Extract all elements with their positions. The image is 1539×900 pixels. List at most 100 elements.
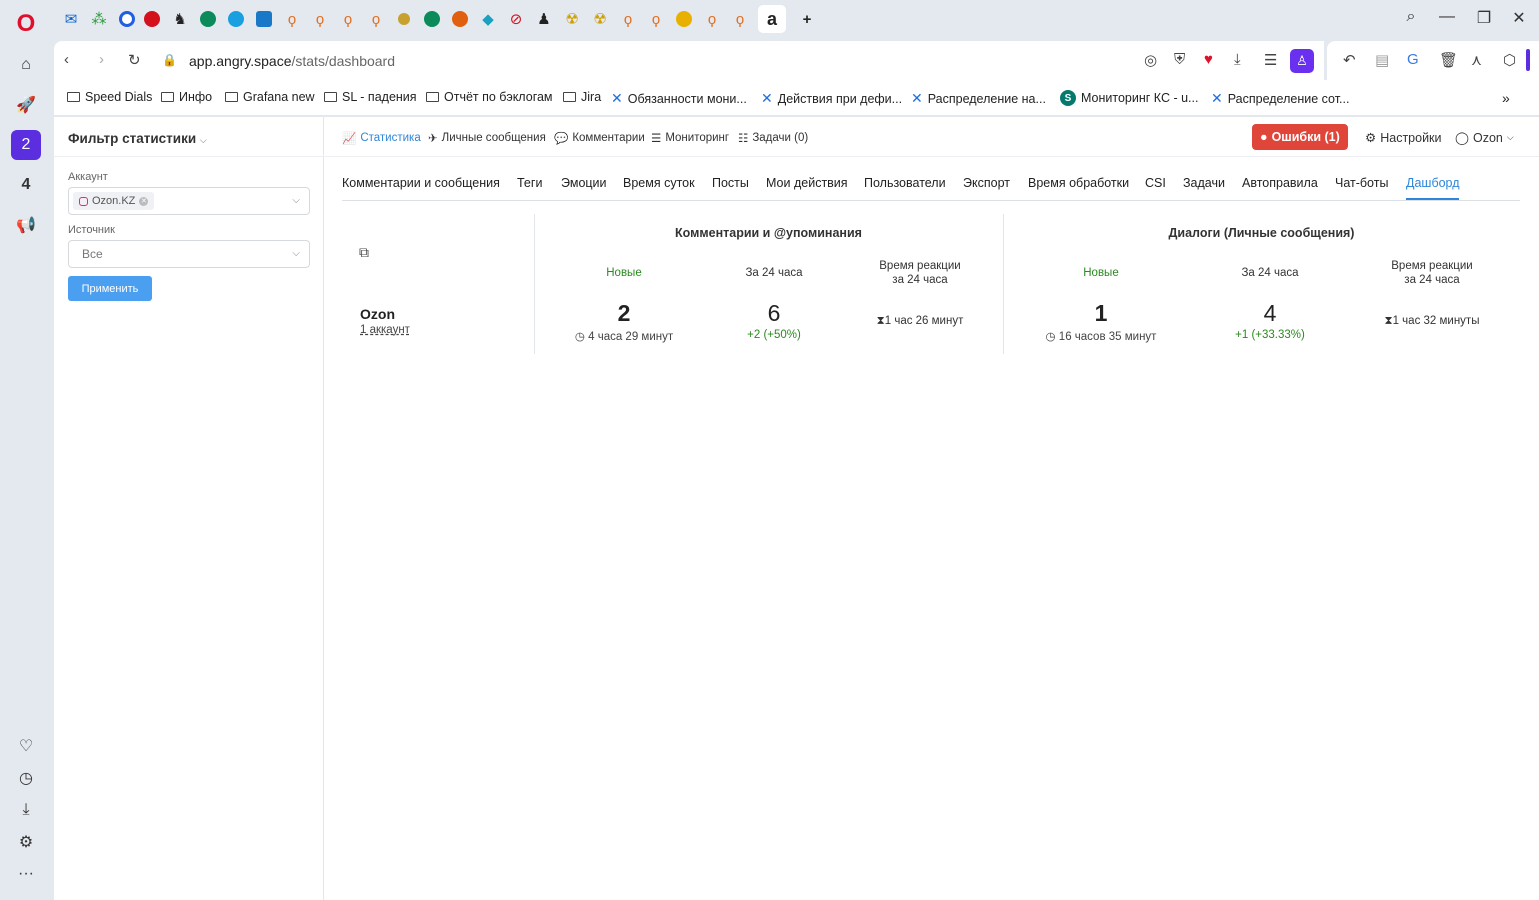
extension-5-icon[interactable]: ⋏ <box>1471 51 1482 69</box>
pin-tab-icon[interactable]: ϙ <box>729 8 751 30</box>
shield-icon[interactable]: ⛨ <box>1174 51 1185 68</box>
bookmark-item[interactable]: ✕ Обязанности мони... <box>611 90 747 107</box>
nav-stats[interactable]: 📈 Статистика <box>342 131 421 145</box>
figure-tab-icon[interactable]: ♟ <box>533 8 555 30</box>
translate-icon[interactable]: G <box>1407 51 1419 68</box>
tab-users[interactable]: Пользователи <box>864 176 946 190</box>
camera-icon[interactable]: ◎ <box>1144 51 1157 69</box>
pin-tab-icon[interactable]: ϙ <box>309 8 331 30</box>
extension-2-icon[interactable]: ▤ <box>1375 51 1389 69</box>
bookmark-item[interactable]: Jira <box>563 90 601 104</box>
outlook-tab-icon[interactable]: ✉ <box>60 8 82 30</box>
nav-messages[interactable]: ✈ Личные сообщения <box>428 131 546 145</box>
back-icon[interactable]: ‹ <box>64 51 69 68</box>
opera-logo-icon[interactable]: O <box>11 9 41 39</box>
heart-filled-icon[interactable]: ♥ <box>1204 51 1213 68</box>
settings-gear-icon[interactable]: ⚙ <box>11 827 41 857</box>
minimize-icon[interactable]: — <box>1435 8 1459 26</box>
bookmark-item[interactable]: ✕ Распределение на... <box>911 90 1046 107</box>
nav-comments[interactable]: 💬 Комментарии <box>554 131 645 145</box>
hazard-tab-icon[interactable]: ☢ <box>561 8 583 30</box>
close-window-icon[interactable]: ✕ <box>1507 8 1531 28</box>
easy-setup-icon[interactable]: ☰ <box>1264 51 1277 69</box>
bookmark-item[interactable]: Инфо <box>161 90 212 104</box>
tab-autorules[interactable]: Автоправила <box>1242 176 1318 190</box>
green-globe-tab-icon[interactable] <box>421 8 443 30</box>
heart-icon[interactable]: ♡ <box>11 731 41 761</box>
tab-chatbots[interactable]: Чат-боты <box>1335 176 1388 190</box>
apply-button[interactable]: Применить <box>68 276 152 301</box>
tab-export[interactable]: Экспорт <box>963 176 1010 190</box>
account-select[interactable]: Ozon.KZ ✕ ⌵ <box>68 187 310 215</box>
lock-icon[interactable]: 🔒 <box>162 53 177 67</box>
reload-icon[interactable]: ↻ <box>128 51 141 69</box>
extensions-cube-icon[interactable]: ⬡ <box>1503 51 1516 69</box>
profile-icon[interactable]: ♙ <box>1290 49 1314 73</box>
tab-my-actions[interactable]: Мои действия <box>766 176 848 190</box>
forward-icon[interactable]: › <box>99 51 104 68</box>
pin-tab-icon[interactable]: ϙ <box>701 8 723 30</box>
web-tab-icon[interactable] <box>225 8 247 30</box>
tab-processing-time[interactable]: Время обработки <box>1028 176 1129 190</box>
account-chip[interactable]: Ozon.KZ ✕ <box>73 192 155 210</box>
bookmarks-overflow-icon[interactable]: » <box>1502 90 1510 106</box>
nav-settings[interactable]: ⚙ Настройки <box>1365 130 1442 146</box>
nav-monitoring[interactable]: ☰ Мониторинг <box>651 131 729 145</box>
chip-remove-icon[interactable]: ✕ <box>139 196 149 206</box>
bookmark-item[interactable]: S Мониторинг КС - u... <box>1060 90 1198 106</box>
workspace-2-icon[interactable]: 2 <box>11 130 41 160</box>
account-count[interactable]: 1 аккаунт <box>360 324 410 336</box>
megaphone-icon[interactable]: 📢 <box>11 210 41 240</box>
user-menu[interactable]: ◯ Ozon ⌵ <box>1455 130 1514 146</box>
tab-emotions[interactable]: Эмоции <box>561 176 607 190</box>
globe-tab-icon[interactable] <box>197 8 219 30</box>
workspace-4-icon[interactable]: 4 <box>11 170 41 200</box>
trash-icon[interactable]: 🗑 <box>1439 51 1458 69</box>
tab-search-icon[interactable]: ⌕ <box>1399 8 1423 26</box>
yellow-tab-icon[interactable] <box>673 8 695 30</box>
url-field[interactable]: app.angry.space/stats/dashboard <box>189 53 395 69</box>
tab-csi[interactable]: CSI <box>1145 176 1166 190</box>
forbidden-tab-icon[interactable]: ⊘ <box>505 8 527 30</box>
tab-time-of-day[interactable]: Время суток <box>623 176 695 190</box>
more-dots-icon[interactable]: ··· <box>11 859 41 889</box>
circle-tab-icon[interactable] <box>116 8 138 30</box>
nav-tasks[interactable]: ☷ Задачи (0) <box>738 131 808 145</box>
bookmark-item[interactable]: Speed Dials <box>67 90 152 104</box>
grid-tab-icon[interactable]: ⁂ <box>88 8 110 30</box>
radiation-tab-icon[interactable]: ☢ <box>589 8 611 30</box>
active-tab-icon[interactable]: a <box>758 5 786 33</box>
download-icon[interactable]: ⤓ <box>1234 51 1241 68</box>
red-circle-tab-icon[interactable] <box>141 8 163 30</box>
game-tab-icon[interactable]: ♞ <box>169 8 191 30</box>
bookmark-item[interactable]: SL - падения <box>324 90 417 104</box>
dialogs-new-value[interactable]: 1 <box>1051 300 1151 327</box>
tab-comments-messages[interactable]: Комментарии и сообщения <box>342 176 500 190</box>
source-select[interactable]: Все ⌵ <box>68 240 310 268</box>
pin-tab-icon[interactable]: ϙ <box>617 8 639 30</box>
blue-tab-icon[interactable]: ◆ <box>477 8 499 30</box>
basketball-tab-icon[interactable] <box>449 8 471 30</box>
tab-tasks[interactable]: Задачи <box>1183 176 1225 190</box>
bookmark-item[interactable]: Отчёт по бэклогам <box>426 90 553 104</box>
bookmark-item[interactable]: Grafana new <box>225 90 315 104</box>
rocket-icon[interactable]: 🚀 <box>11 90 41 120</box>
filter-title[interactable]: Фильтр статистики ⌵ <box>68 131 207 146</box>
pin-tab-icon[interactable]: ϙ <box>337 8 359 30</box>
home-icon[interactable]: ⌂ <box>11 50 41 80</box>
history-clock-icon[interactable]: ◷ <box>11 763 41 793</box>
pin-tab-icon[interactable]: ϙ <box>645 8 667 30</box>
errors-button[interactable]: ● Ошибки (1) <box>1252 124 1348 150</box>
square-tab-icon[interactable] <box>253 8 275 30</box>
bookmark-item[interactable]: ✕ Распределение сот... <box>1211 90 1349 107</box>
ball-tab-icon[interactable] <box>393 8 415 30</box>
bookmark-item[interactable]: ✕ Действия при дефи... <box>761 90 902 107</box>
new-tab-icon[interactable]: + <box>796 8 818 30</box>
tab-tags[interactable]: Теги <box>517 176 542 190</box>
external-link-icon[interactable]: ⧉ <box>359 244 369 261</box>
pin-tab-icon[interactable]: ϙ <box>281 8 303 30</box>
tab-posts[interactable]: Посты <box>712 176 749 190</box>
downloads-icon[interactable]: ⤓ <box>11 795 41 825</box>
extension-1-icon[interactable]: ↶ <box>1343 51 1356 69</box>
restore-icon[interactable]: ❐ <box>1472 8 1496 28</box>
